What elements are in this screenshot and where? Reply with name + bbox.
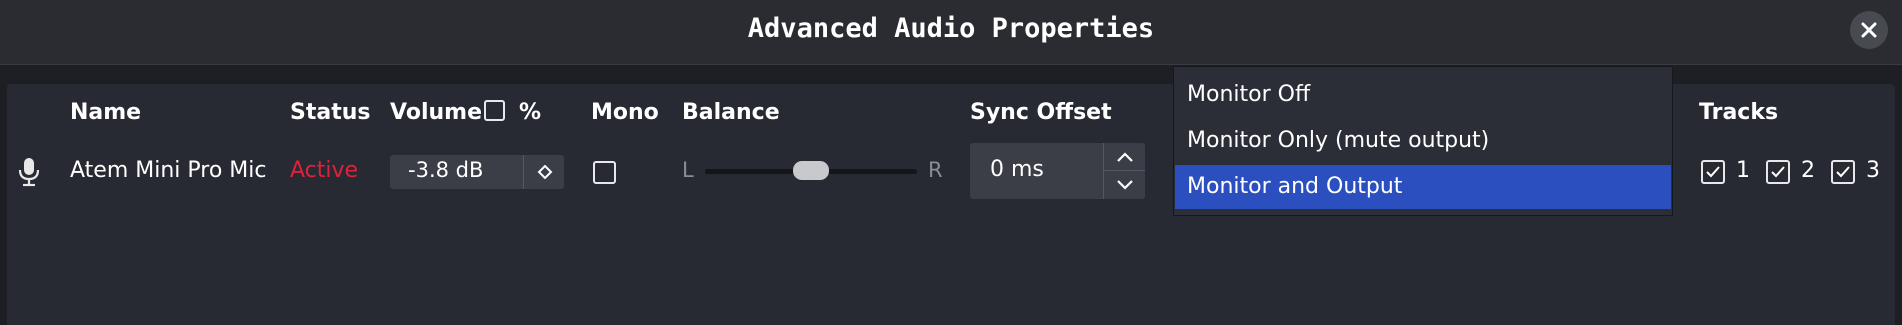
close-button[interactable]: [1850, 11, 1888, 49]
sync-offset-value: 0 ms: [990, 157, 1044, 182]
sync-offset-decrease-button[interactable]: [1104, 171, 1145, 199]
sync-offset-stepper: [1103, 143, 1145, 199]
volume-stepper-button[interactable]: [523, 155, 564, 189]
column-header-volume-percent: %: [519, 100, 542, 125]
volume-value: -3.8 dB: [408, 158, 484, 182]
track-2-checkbox[interactable]: [1766, 160, 1790, 184]
column-header-sync-offset: Sync Offset: [970, 100, 1112, 125]
track-3-label: 3: [1866, 158, 1880, 183]
mono-checkbox[interactable]: [593, 161, 616, 184]
balance-slider-handle[interactable]: [793, 161, 829, 180]
track-2-label: 2: [1801, 158, 1815, 183]
checkmark-icon: [1771, 166, 1785, 178]
monitoring-option-monitor-and-output[interactable]: Monitor and Output: [1175, 165, 1671, 209]
track-1-checkbox[interactable]: [1701, 160, 1725, 184]
volume-spinbox[interactable]: -3.8 dB: [390, 155, 564, 189]
checkmark-icon: [1706, 166, 1720, 178]
sync-offset-increase-button[interactable]: [1104, 143, 1145, 171]
monitoring-option-monitor-only[interactable]: Monitor Only (mute output): [1175, 119, 1671, 163]
column-header-mono: Mono: [591, 100, 659, 125]
monitoring-option-off[interactable]: Monitor Off: [1175, 73, 1671, 117]
column-header-status: Status: [290, 100, 371, 125]
track-3-checkbox[interactable]: [1831, 160, 1855, 184]
column-header-balance: Balance: [682, 100, 780, 125]
monitoring-dropdown-list: Monitor Off Monitor Only (mute output) M…: [1173, 66, 1673, 216]
balance-right-label: R: [928, 158, 943, 182]
balance-left-label: L: [682, 158, 694, 182]
source-name: Atem Mini Pro Mic: [70, 158, 267, 183]
column-header-name: Name: [70, 100, 142, 125]
sync-offset-spinbox[interactable]: 0 ms: [970, 143, 1145, 199]
status-badge: Active: [290, 158, 359, 183]
up-down-arrows-icon: [537, 165, 553, 179]
column-header-volume: Volume: [390, 100, 482, 125]
close-icon: [1861, 22, 1877, 38]
title-bar: Advanced Audio Properties: [0, 0, 1902, 65]
chevron-down-icon: [1117, 180, 1133, 190]
column-header-tracks: Tracks: [1699, 100, 1779, 125]
microphone-icon: [18, 158, 40, 187]
window-title: Advanced Audio Properties: [747, 13, 1155, 44]
chevron-up-icon: [1117, 152, 1133, 162]
checkmark-icon: [1836, 166, 1850, 178]
volume-percent-checkbox[interactable]: [484, 100, 505, 121]
track-1-label: 1: [1736, 158, 1750, 183]
